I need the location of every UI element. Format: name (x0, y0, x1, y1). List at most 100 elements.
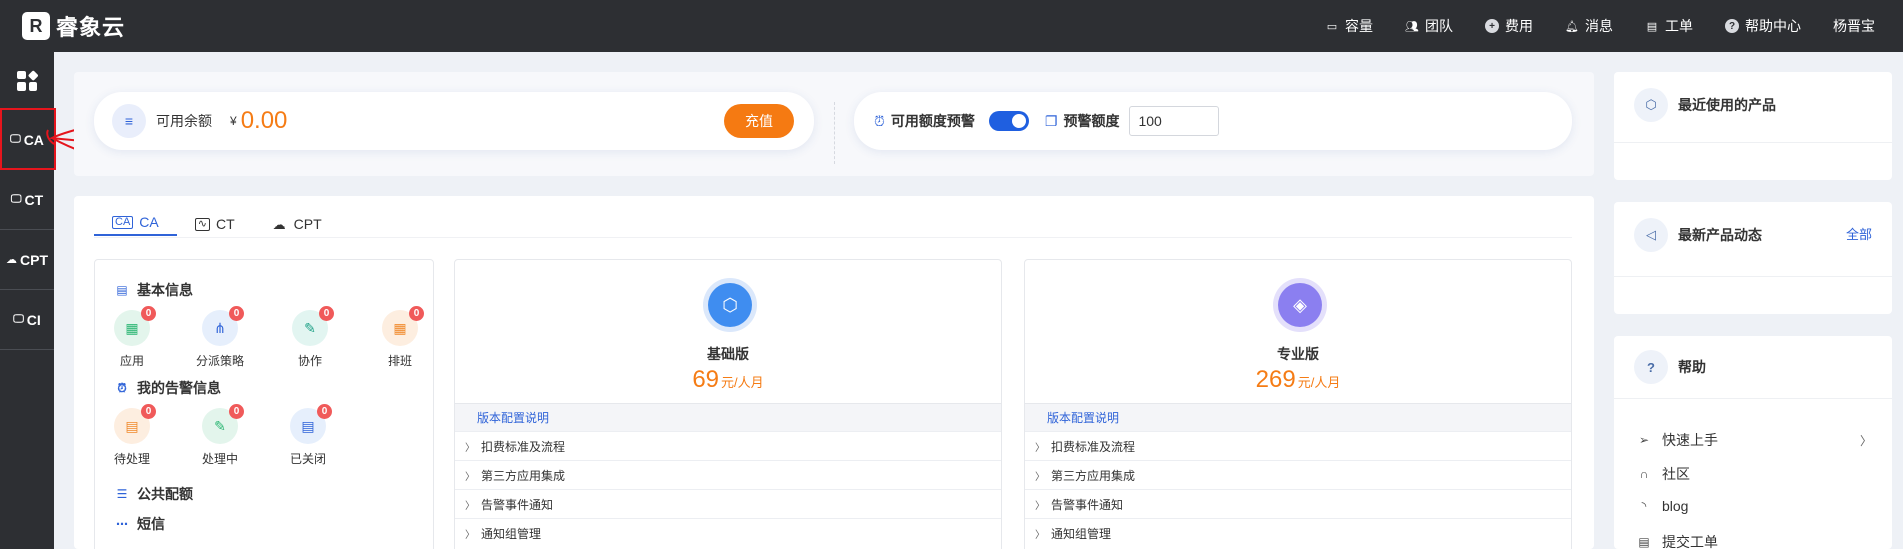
cube-icon: ◈ (1278, 283, 1322, 327)
plan-spec-link[interactable]: 版本配置说明 (1025, 403, 1571, 431)
plan-row[interactable]: 〉第三方应用集成 (455, 460, 1001, 489)
logo-mark: R (22, 12, 50, 40)
recent-products-header: ⬡ 最近使用的产品 (1634, 88, 1776, 122)
stat-pending[interactable]: ▤ 0 待处理 (97, 404, 167, 467)
tab-label: CA (139, 214, 159, 230)
ticket-icon: ▤ (1638, 535, 1650, 549)
price-unit: 元/人月 (1297, 375, 1341, 390)
stat-label: 处理中 (201, 452, 238, 466)
section-label: 我的告警信息 (137, 380, 221, 396)
plan-row[interactable]: 〉扣费标准及流程 (1025, 431, 1571, 460)
nav-capacity[interactable]: ▭ 容量 (1325, 16, 1373, 36)
plan-row[interactable]: 〉告警事件通知 (1025, 489, 1571, 518)
plan-price: 269 元/人月 (1025, 366, 1571, 394)
stat-dispatch[interactable]: ⋔ 0 分派策略 (185, 306, 255, 369)
nav-team[interactable]: 👥︎ 团队 (1405, 16, 1453, 36)
help-item-label: 社区 (1662, 466, 1690, 482)
currency-symbol: ¥ (230, 114, 237, 128)
stat-label: 应用 (119, 354, 144, 368)
chart-monitor-icon: ∿ (194, 217, 210, 231)
recent-products-title: 最近使用的产品 (1678, 97, 1776, 113)
stat-label: 协作 (297, 354, 322, 368)
plan-name: 基础版 (707, 346, 749, 362)
document-icon: ▤ (116, 283, 128, 297)
logo[interactable]: R 睿象云 (22, 10, 125, 42)
plan-row[interactable]: 〉第三方应用集成 (1025, 460, 1571, 489)
rail-apps[interactable] (0, 52, 54, 110)
plan-card-pro: ◈ 专业版 269 元/人月 版本配置说明 〉扣费标准及流程 〉第三方应用集成 〉… (1024, 259, 1572, 549)
plan-spec-link[interactable]: 版本配置说明 (455, 403, 1001, 431)
tab-cpt[interactable]: ☁︎ CPT (253, 212, 340, 236)
stat-collab[interactable]: ✎ 0 协作 (275, 306, 345, 369)
box-icon: ⬡ (1634, 88, 1668, 122)
plan-price: 69 元/人月 (455, 366, 1001, 394)
fee-icon: + (1485, 19, 1499, 33)
help-item-quickstart[interactable]: ➢ 快速上手 〉 (1636, 430, 1872, 450)
nav-tickets[interactable]: ▤ 工单 (1645, 16, 1693, 36)
tab-underline (94, 237, 1572, 238)
stat-label: 待处理 (113, 452, 150, 466)
rail-label: CPT (20, 251, 48, 268)
plan-row[interactable]: 〉通知组管理 (1025, 518, 1571, 547)
chevron-right-icon: 〉 (1035, 471, 1045, 483)
user-name[interactable]: 杨晋宝 (1833, 16, 1875, 36)
chevron-right-icon: 〉 (465, 500, 475, 512)
tab-ct[interactable]: ∿ CT (177, 212, 253, 236)
section-label: 公共配额 (137, 486, 193, 502)
closed-icon: ▤ 0 (290, 404, 332, 444)
cloud-icon: ☁︎ (6, 254, 17, 266)
stat-processing[interactable]: ✎ 0 处理中 (185, 404, 255, 467)
rail-label: CT (24, 191, 44, 208)
logo-text: 睿象云 (56, 15, 126, 40)
recharge-button[interactable]: 充值 (724, 104, 794, 138)
chevron-right-icon: 〉 (1859, 433, 1872, 448)
help-item-label: 提交工单 (1662, 534, 1718, 549)
help-item-community[interactable]: ∩ 社区 (1636, 464, 1872, 484)
sms-title[interactable]: ⋯ 短信 (115, 514, 165, 534)
warning-label: 可用额度预警 (890, 113, 975, 129)
team-icon: 👥︎ (1405, 20, 1419, 33)
clipboard-icon: ▤ (1646, 20, 1658, 33)
chevron-right-icon: 〉 (465, 471, 475, 483)
nav-label: 容量 (1345, 18, 1373, 34)
nav-messages[interactable]: 🔔︎ 消息 (1565, 16, 1613, 36)
count-badge: 0 (141, 404, 156, 419)
stat-closed[interactable]: ▤ 0 已关闭 (273, 404, 343, 467)
plan-row[interactable]: 〉扣费标准及流程 (455, 431, 1001, 460)
monitor-icon: 🖵︎ (13, 313, 24, 325)
nav-help-center[interactable]: ? 帮助中心 (1725, 16, 1801, 36)
rail-item-ci[interactable]: 🖵︎ CI (0, 290, 54, 350)
hexagon-icon: ⬡ (708, 283, 752, 327)
plan-card-basic: ⬡ 基础版 69 元/人月 版本配置说明 〉扣费标准及流程 〉第三方应用集成 〉告… (454, 259, 1002, 549)
tab-label: CPT (293, 216, 322, 232)
help-item-blog[interactable]: ◝ blog (1636, 498, 1872, 514)
divider (1614, 398, 1892, 399)
rail-item-cpt[interactable]: ☁︎ CPT (0, 230, 54, 290)
rail-item-ct[interactable]: 🖵︎ CT (0, 170, 54, 230)
news-all-link[interactable]: 全部 (1846, 224, 1872, 243)
info-card: ▤ 基本信息 ▦ 0 应用 ⋔ 0 分派策略 ✎ 0 协作 ▦ 0 排班 ⏰︎ 我的告警信息… (94, 259, 434, 549)
stat-schedule[interactable]: ▦ 0 排班 (365, 306, 435, 369)
warning-pill: ⏰︎ 可用额度预警 ❐ 预警额度 (854, 92, 1572, 150)
warning-toggle[interactable] (988, 111, 1029, 131)
stat-apps[interactable]: ▦ 0 应用 (97, 306, 167, 369)
headset-icon: ∩ (1639, 467, 1649, 481)
row-label: 通知组管理 (1051, 526, 1112, 541)
row-label: 告警事件通知 (481, 497, 554, 512)
price-number: 69 (692, 366, 720, 393)
product-tabs: CA CA ∿ CT ☁︎ CPT (94, 212, 340, 236)
balance-panel: ≡ 可用余额 ¥ 0.00 充值 ⏰︎ 可用额度预警 ❐ 预警额度 (74, 72, 1594, 176)
speaker-icon: ◁ (1634, 218, 1668, 252)
count-badge: 0 (319, 306, 334, 321)
tab-ca[interactable]: CA CA (94, 212, 177, 236)
collab-icon: ✎ 0 (292, 306, 334, 346)
public-config-title[interactable]: ☰ 公共配额 (115, 484, 193, 504)
divider (1614, 142, 1892, 143)
annotation-highlight-box (0, 108, 56, 170)
plan-row[interactable]: 〉通知组管理 (455, 518, 1001, 547)
plan-row[interactable]: 〉告警事件通知 (455, 489, 1001, 518)
threshold-input[interactable] (1129, 106, 1220, 136)
row-label: 第三方应用集成 (1051, 468, 1136, 483)
nav-fee[interactable]: + 费用 (1485, 16, 1533, 36)
help-item-ticket[interactable]: ▤ 提交工单 (1636, 532, 1872, 549)
